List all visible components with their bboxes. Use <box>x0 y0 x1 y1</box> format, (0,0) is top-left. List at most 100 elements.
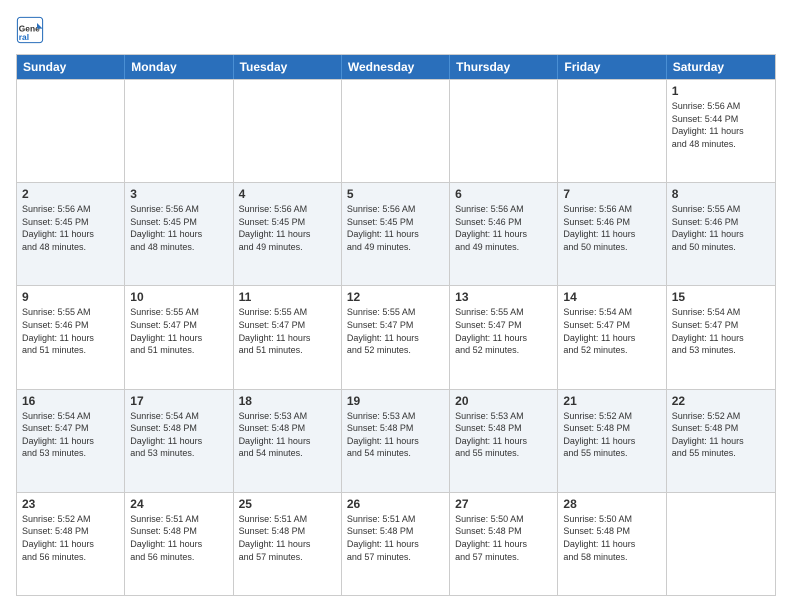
day-number: 23 <box>22 497 119 511</box>
cell-info: Sunrise: 5:54 AM Sunset: 5:48 PM Dayligh… <box>130 410 227 460</box>
calendar-cell-4-5: 20Sunrise: 5:53 AM Sunset: 5:48 PM Dayli… <box>450 390 558 492</box>
logo: Gene ral <box>16 16 48 44</box>
day-number: 12 <box>347 290 444 304</box>
header-thursday: Thursday <box>450 55 558 79</box>
day-number: 4 <box>239 187 336 201</box>
calendar-row-3: 9 Sunrise: 5:55 AM Sunset: 5:46 PM Daylig… <box>17 285 775 388</box>
calendar-body: 1Sunrise: 5:56 AM Sunset: 5:44 PM Daylig… <box>17 79 775 595</box>
day-number: 26 <box>347 497 444 511</box>
calendar-cell-5-5: 27 Sunrise: 5:50 AM Sunset: 5:48 PM Dayli… <box>450 493 558 595</box>
day-number: 21 <box>563 394 660 408</box>
day-number: 6 <box>455 187 552 201</box>
calendar-cell-2-1: 2 Sunrise: 5:56 AM Sunset: 5:45 PM Daylig… <box>17 183 125 285</box>
calendar-cell-5-6: 28 Sunrise: 5:50 AM Sunset: 5:48 PM Dayli… <box>558 493 666 595</box>
calendar-cell-2-4: 5 Sunrise: 5:56 AM Sunset: 5:45 PM Daylig… <box>342 183 450 285</box>
calendar-cell-3-1: 9 Sunrise: 5:55 AM Sunset: 5:46 PM Daylig… <box>17 286 125 388</box>
cell-info: Sunrise: 5:56 AM Sunset: 5:46 PM Dayligh… <box>563 203 660 253</box>
calendar-cell-1-1 <box>17 80 125 182</box>
calendar-cell-2-6: 7 Sunrise: 5:56 AM Sunset: 5:46 PM Daylig… <box>558 183 666 285</box>
calendar-row-1: 1Sunrise: 5:56 AM Sunset: 5:44 PM Daylig… <box>17 79 775 182</box>
day-number: 18 <box>239 394 336 408</box>
cell-info: Sunrise: 5:50 AM Sunset: 5:48 PM Dayligh… <box>563 513 660 563</box>
calendar-cell-3-5: 13 Sunrise: 5:55 AM Sunset: 5:47 PM Dayli… <box>450 286 558 388</box>
cell-info: Sunrise: 5:53 AM Sunset: 5:48 PM Dayligh… <box>347 410 444 460</box>
day-number: 7 <box>563 187 660 201</box>
header-sunday: Sunday <box>17 55 125 79</box>
calendar-cell-5-2: 24 Sunrise: 5:51 AM Sunset: 5:48 PM Dayli… <box>125 493 233 595</box>
cell-info: Sunrise: 5:54 AM Sunset: 5:47 PM Dayligh… <box>563 306 660 356</box>
calendar-cell-1-6 <box>558 80 666 182</box>
day-number: 27 <box>455 497 552 511</box>
day-number: 3 <box>130 187 227 201</box>
calendar-cell-2-5: 6 Sunrise: 5:56 AM Sunset: 5:46 PM Daylig… <box>450 183 558 285</box>
calendar-cell-4-4: 19 Sunrise: 5:53 AM Sunset: 5:48 PM Dayli… <box>342 390 450 492</box>
day-number: 16 <box>22 394 119 408</box>
cell-info: Sunrise: 5:52 AM Sunset: 5:48 PM Dayligh… <box>672 410 770 460</box>
day-number: 5 <box>347 187 444 201</box>
day-number: 9 <box>22 290 119 304</box>
header-wednesday: Wednesday <box>342 55 450 79</box>
calendar-cell-3-4: 12 Sunrise: 5:55 AM Sunset: 5:47 PM Dayli… <box>342 286 450 388</box>
cell-info: Sunrise: 5:55 AM Sunset: 5:47 PM Dayligh… <box>455 306 552 356</box>
cell-info: Sunrise: 5:51 AM Sunset: 5:48 PM Dayligh… <box>130 513 227 563</box>
day-number: 11 <box>239 290 336 304</box>
cell-info: Sunrise: 5:56 AM Sunset: 5:46 PM Dayligh… <box>455 203 552 253</box>
calendar-cell-5-4: 26 Sunrise: 5:51 AM Sunset: 5:48 PM Dayli… <box>342 493 450 595</box>
cell-info: Sunrise: 5:56 AM Sunset: 5:45 PM Dayligh… <box>239 203 336 253</box>
header-friday: Friday <box>558 55 666 79</box>
header-tuesday: Tuesday <box>234 55 342 79</box>
day-number: 28 <box>563 497 660 511</box>
header-monday: Monday <box>125 55 233 79</box>
calendar-cell-1-2 <box>125 80 233 182</box>
calendar-cell-1-7: 1Sunrise: 5:56 AM Sunset: 5:44 PM Daylig… <box>667 80 775 182</box>
header-saturday: Saturday <box>667 55 775 79</box>
cell-info: Sunrise: 5:50 AM Sunset: 5:48 PM Dayligh… <box>455 513 552 563</box>
svg-text:ral: ral <box>19 32 29 42</box>
calendar-cell-5-7 <box>667 493 775 595</box>
day-number: 17 <box>130 394 227 408</box>
calendar: SundayMondayTuesdayWednesdayThursdayFrid… <box>16 54 776 596</box>
calendar-cell-2-3: 4 Sunrise: 5:56 AM Sunset: 5:45 PM Daylig… <box>234 183 342 285</box>
calendar-cell-3-2: 10 Sunrise: 5:55 AM Sunset: 5:47 PM Dayli… <box>125 286 233 388</box>
cell-info: Sunrise: 5:56 AM Sunset: 5:45 PM Dayligh… <box>347 203 444 253</box>
cell-info: Sunrise: 5:55 AM Sunset: 5:47 PM Dayligh… <box>347 306 444 356</box>
calendar-header: SundayMondayTuesdayWednesdayThursdayFrid… <box>17 55 775 79</box>
day-number: 25 <box>239 497 336 511</box>
cell-info: Sunrise: 5:51 AM Sunset: 5:48 PM Dayligh… <box>347 513 444 563</box>
header: Gene ral <box>16 16 776 44</box>
day-number: 22 <box>672 394 770 408</box>
cell-info: Sunrise: 5:55 AM Sunset: 5:47 PM Dayligh… <box>130 306 227 356</box>
calendar-cell-1-3 <box>234 80 342 182</box>
day-number: 8 <box>672 187 770 201</box>
calendar-cell-2-2: 3Sunrise: 5:56 AM Sunset: 5:45 PM Daylig… <box>125 183 233 285</box>
day-number: 19 <box>347 394 444 408</box>
calendar-cell-5-1: 23 Sunrise: 5:52 AM Sunset: 5:48 PM Dayli… <box>17 493 125 595</box>
cell-info: Sunrise: 5:52 AM Sunset: 5:48 PM Dayligh… <box>563 410 660 460</box>
cell-info: Sunrise: 5:54 AM Sunset: 5:47 PM Dayligh… <box>672 306 770 356</box>
logo-icon: Gene ral <box>16 16 44 44</box>
cell-info: Sunrise: 5:53 AM Sunset: 5:48 PM Dayligh… <box>455 410 552 460</box>
day-number: 24 <box>130 497 227 511</box>
cell-info: Sunrise: 5:56 AM Sunset: 5:45 PM Dayligh… <box>22 203 119 253</box>
calendar-cell-1-4 <box>342 80 450 182</box>
day-number: 1 <box>672 84 770 98</box>
day-number: 10 <box>130 290 227 304</box>
cell-info: Sunrise: 5:52 AM Sunset: 5:48 PM Dayligh… <box>22 513 119 563</box>
day-number: 2 <box>22 187 119 201</box>
calendar-cell-3-7: 15 Sunrise: 5:54 AM Sunset: 5:47 PM Dayli… <box>667 286 775 388</box>
cell-info: Sunrise: 5:55 AM Sunset: 5:46 PM Dayligh… <box>22 306 119 356</box>
calendar-row-2: 2 Sunrise: 5:56 AM Sunset: 5:45 PM Daylig… <box>17 182 775 285</box>
calendar-row-4: 16 Sunrise: 5:54 AM Sunset: 5:47 PM Dayli… <box>17 389 775 492</box>
calendar-cell-4-6: 21 Sunrise: 5:52 AM Sunset: 5:48 PM Dayli… <box>558 390 666 492</box>
calendar-cell-4-7: 22 Sunrise: 5:52 AM Sunset: 5:48 PM Dayli… <box>667 390 775 492</box>
calendar-cell-4-3: 18 Sunrise: 5:53 AM Sunset: 5:48 PM Dayli… <box>234 390 342 492</box>
day-number: 13 <box>455 290 552 304</box>
cell-info: Sunrise: 5:55 AM Sunset: 5:46 PM Dayligh… <box>672 203 770 253</box>
cell-info: Sunrise: 5:53 AM Sunset: 5:48 PM Dayligh… <box>239 410 336 460</box>
calendar-cell-1-5 <box>450 80 558 182</box>
cell-info: Sunrise: 5:54 AM Sunset: 5:47 PM Dayligh… <box>22 410 119 460</box>
calendar-cell-3-3: 11Sunrise: 5:55 AM Sunset: 5:47 PM Dayli… <box>234 286 342 388</box>
day-number: 15 <box>672 290 770 304</box>
cell-info: Sunrise: 5:51 AM Sunset: 5:48 PM Dayligh… <box>239 513 336 563</box>
calendar-cell-3-6: 14Sunrise: 5:54 AM Sunset: 5:47 PM Dayli… <box>558 286 666 388</box>
